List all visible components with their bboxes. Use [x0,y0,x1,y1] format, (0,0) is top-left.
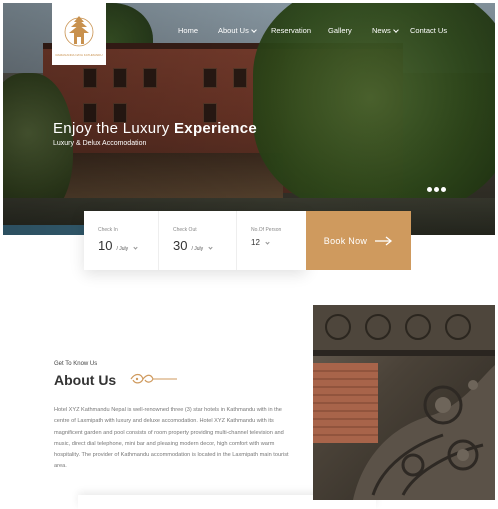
check-out-day: 30 [173,238,188,253]
nav-gallery[interactable]: Gallery [328,26,352,35]
persons-label: No.Of Person [251,227,282,233]
book-now-button[interactable]: Book Now [306,211,411,270]
logo-text: RAMANANDA NAYA KATHMANDU [55,52,103,57]
arrow-right-icon [375,235,393,246]
nav-contact-us[interactable]: Contact Us [410,26,447,35]
check-out-field[interactable]: Check Out 30 / July [158,211,236,270]
check-in-label: Check In [98,227,118,233]
nav-reservation-label: Reservation [271,26,312,35]
wood-carving-image [313,305,495,500]
slider-dot[interactable] [441,187,446,192]
nav-about-us[interactable]: About Us [218,26,257,35]
nav-home-label: Home [178,26,199,35]
check-in-day: 10 [98,238,113,253]
chevron-down-icon [392,26,399,33]
persons-value: 12 [251,238,260,247]
hero-title-prefix: Enjoy the Luxury [53,120,170,137]
logo[interactable]: RAMANANDA NAYA KATHMANDU [52,3,106,65]
chevron-down-icon [208,245,213,250]
nav-news-label: News [372,26,391,35]
chevron-down-icon [251,26,257,33]
pagoda-logo-icon [64,15,94,46]
about-eyebrow: Get To Know Us [54,361,98,367]
chevron-down-icon [133,245,138,250]
slider-pagination [427,187,446,192]
hero-subtitle: Luxury & Delux Accomodation [53,140,147,147]
nav-news[interactable]: News [372,26,399,35]
nav-contact-us-label: Contact Us [410,26,448,35]
nav-reservation[interactable]: Reservation [271,26,311,35]
check-in-month: / July [116,246,129,252]
check-out-label: Check Out [173,227,197,233]
booking-form: Check In 10 / July Check Out 30 / July N… [84,211,306,270]
persons-field[interactable]: No.Of Person 12 [236,211,306,270]
chevron-down-icon [265,240,270,245]
hero-title: Enjoy the Luxury Experience [53,120,257,137]
hero-title-emphasis: Experience [174,120,258,137]
slider-dot-active[interactable] [427,187,432,192]
check-out-month: / July [191,246,204,252]
about-body: Hotel XYZ Kathmandu Nepal is well-renown… [54,407,289,470]
slider-dot[interactable] [434,187,439,192]
book-now-label: Book Now [323,235,368,246]
nav-about-us-label: About Us [218,26,249,35]
about-title: About Us [54,372,117,388]
nav-gallery-label: Gallery [328,26,352,35]
check-in-field[interactable]: Check In 10 / July [84,211,158,270]
nav-home[interactable]: Home [178,26,198,35]
ornament-icon [130,373,177,384]
carving-pattern [313,305,495,500]
